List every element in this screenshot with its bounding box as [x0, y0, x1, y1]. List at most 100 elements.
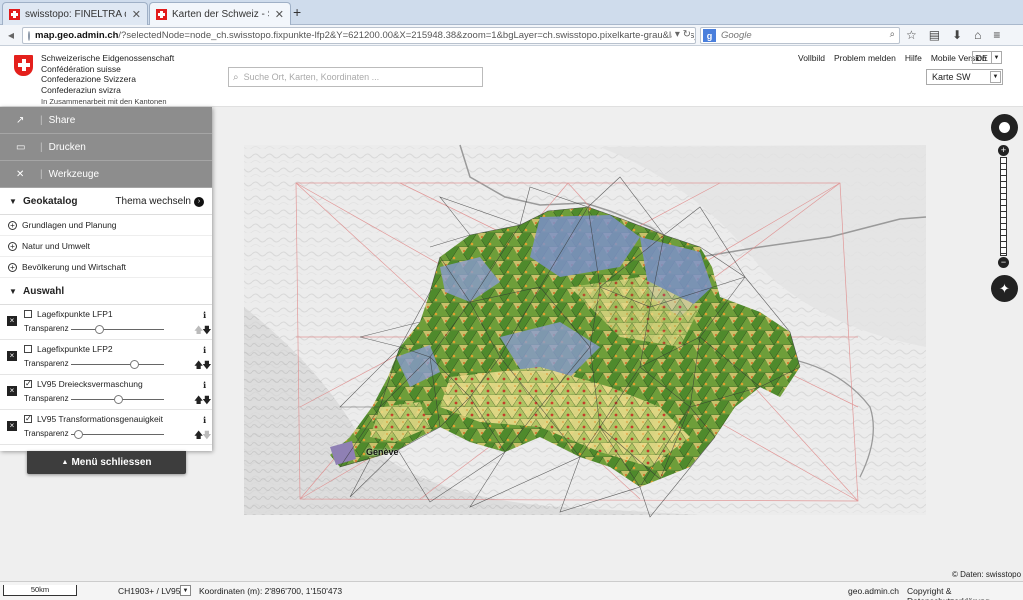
browser-search-bar[interactable]: g Google ⌕	[700, 27, 900, 44]
remove-layer-icon[interactable]: ×	[7, 351, 17, 361]
browser-navbar: ◂ map.geo.admin.ch/?selectedNode=node_ch…	[0, 25, 1023, 46]
search-icon[interactable]: ⌕	[890, 29, 895, 40]
projection-select-value[interactable]: CH1903+ / LV95	[118, 586, 180, 596]
wrench-icon: ✕	[16, 168, 25, 180]
layer-order-arrows[interactable]: 🡅🡇	[194, 358, 212, 374]
close-icon[interactable]: ✕	[132, 8, 141, 21]
remove-layer-icon[interactable]: ×	[7, 421, 17, 431]
catalog-item[interactable]: + Natur und Umwelt	[0, 236, 212, 257]
google-icon: g	[703, 29, 716, 42]
chevron-down-icon[interactable]: ▼	[180, 585, 191, 596]
slider-knob[interactable]	[130, 360, 140, 369]
info-icon[interactable]: ℹ	[203, 310, 206, 321]
transparency-label: Transparenz	[24, 429, 69, 438]
confederation-line: Confédération suisse	[41, 63, 121, 74]
close-menu-button[interactable]: ▲ Menü schliessen	[27, 451, 186, 474]
url-bar[interactable]: map.geo.admin.ch/?selectedNode=node_ch.s…	[22, 27, 696, 44]
menu-panel: ↗ | Share ▭ | Drucken ✕ | Werkzeuge ▼ Geokatal…	[0, 107, 212, 451]
slider-knob[interactable]	[113, 395, 123, 404]
transparency-label: Transparenz	[24, 394, 69, 403]
url-domain: map.geo.admin.ch	[35, 30, 119, 41]
zoom-in-button[interactable]: +	[998, 145, 1009, 156]
info-icon[interactable]: ℹ	[203, 380, 206, 391]
remove-layer-icon[interactable]: ×	[7, 316, 17, 326]
browser-tab-fineltra[interactable]: swisstopo: FINELTRA data ... ✕	[2, 2, 148, 25]
compass-icon[interactable]	[991, 114, 1018, 141]
catalog-item[interactable]: + Bevölkerung und Wirtschaft	[0, 257, 212, 278]
home-icon[interactable]: ⌂	[974, 28, 981, 42]
transparency-slider[interactable]	[71, 360, 164, 369]
search-placeholder: Suche Ort, Karten, Koordinaten ...	[243, 72, 380, 82]
arrow-down-icon[interactable]: 🡇	[202, 325, 211, 335]
slider-knob[interactable]	[74, 430, 84, 439]
geocatalog-title: Geokatalog	[23, 195, 78, 207]
language-select[interactable]: DE ▼	[972, 51, 1002, 64]
copyright-link[interactable]: Copyright & Datenschutzerklärung	[907, 586, 1023, 600]
bookmark-star-icon[interactable]: ☆	[906, 28, 917, 42]
layer-name: Lagefixpunkte LFP1	[37, 309, 113, 319]
switzerland-extent-icon[interactable]: ✦	[991, 275, 1018, 302]
layer-visibility-checkbox[interactable]: ✓	[24, 380, 32, 388]
browser-tab-karten[interactable]: Karten der Schweiz - Schw... ✕	[149, 2, 291, 25]
map-search-input[interactable]: ⌕ Suche Ort, Karten, Koordinaten ...	[228, 67, 483, 87]
layer-order-arrows[interactable]: 🡅🡇	[194, 428, 212, 444]
background-map-select[interactable]: Karte SW ▼	[926, 69, 1003, 85]
map-copyright[interactable]: © Daten: swisstopo	[952, 570, 1021, 579]
site-link[interactable]: geo.admin.ch	[848, 586, 899, 600]
layer-order-arrows[interactable]: 🡅🡇	[194, 393, 212, 409]
scale-bar: 50km	[3, 585, 77, 596]
download-icon[interactable]: ⬇	[952, 28, 962, 42]
site-header: Schweizerische Eidgenossenschaft Confédé…	[0, 46, 1023, 107]
link-fullscreen[interactable]: Vollbild	[798, 53, 825, 63]
arrow-down-icon: 🡇	[202, 430, 211, 440]
arrow-down-icon[interactable]: 🡇	[202, 360, 211, 370]
reading-list-icon[interactable]: ▤	[929, 28, 940, 42]
language-value: DE	[976, 52, 988, 63]
menu-icon[interactable]: ≡	[993, 28, 1000, 42]
new-tab-icon[interactable]: +	[293, 4, 301, 20]
layer-order-arrows[interactable]: 🡅🡇	[194, 323, 212, 339]
info-icon[interactable]: ℹ	[203, 415, 206, 426]
catalog-item[interactable]: + Grundlagen und Planung	[0, 215, 212, 236]
chevron-right-icon: ›	[194, 196, 204, 207]
catalog-item-label: Natur und Umwelt	[22, 241, 91, 251]
transparency-slider[interactable]	[71, 430, 164, 439]
cooperation-note: In Zusammenarbeit mit den Kantonen	[41, 97, 167, 106]
back-arrow-icon[interactable]: ◂	[8, 28, 14, 42]
transparency-slider[interactable]	[71, 325, 164, 334]
close-icon[interactable]: ✕	[275, 8, 284, 21]
zoom-out-button[interactable]: −	[998, 257, 1009, 268]
plus-circle-icon: +	[8, 220, 17, 230]
confederation-line: Confederaziun svizra	[41, 84, 121, 95]
geocatalog-header[interactable]: ▼ Geokatalog Thema wechseln ›	[0, 188, 212, 215]
catalog-item-label: Bevölkerung und Wirtschaft	[22, 262, 126, 272]
url-path: /?selectedNode=node_ch.swisstopo.fixpunk…	[118, 30, 695, 41]
change-topic-button[interactable]: Thema wechseln ›	[115, 196, 204, 207]
catalog-item-label: Grundlagen und Planung	[22, 220, 117, 230]
print-button[interactable]: ▭ | Drucken	[0, 134, 212, 161]
layer-visibility-checkbox[interactable]: ✓	[24, 415, 32, 423]
link-report-problem[interactable]: Problem melden	[834, 53, 896, 63]
caret-up-icon: ▲	[61, 459, 69, 466]
layer-visibility-checkbox[interactable]	[24, 310, 32, 318]
slider-knob[interactable]	[94, 325, 104, 334]
link-help[interactable]: Hilfe	[905, 53, 922, 63]
plus-circle-icon: +	[8, 241, 17, 251]
place-label-geneve: Genève	[366, 447, 399, 457]
zoom-slider[interactable]	[1000, 157, 1007, 256]
browser-toolbar-icons: ☆ ▤ ⬇ ⌂ ≡	[906, 28, 1000, 42]
caret-down-icon: ▼	[9, 286, 17, 296]
confederation-text: Schweizerische Eidgenossenschaft Confédé…	[41, 53, 174, 108]
layer-visibility-checkbox[interactable]	[24, 345, 32, 353]
remove-layer-icon[interactable]: ×	[7, 386, 17, 396]
plus-circle-icon: +	[8, 262, 17, 272]
swiss-coat-of-arms-icon[interactable]	[14, 55, 33, 76]
reload-icon[interactable]: ▾ ↻	[671, 29, 691, 40]
share-label: Share	[48, 114, 76, 126]
selection-header[interactable]: ▼ Auswahl	[0, 278, 212, 305]
transparency-slider[interactable]	[71, 395, 164, 404]
arrow-down-icon[interactable]: 🡇	[202, 395, 211, 405]
tools-button[interactable]: ✕ | Werkzeuge	[0, 161, 212, 188]
info-icon[interactable]: ℹ	[203, 345, 206, 356]
share-button[interactable]: ↗ | Share	[0, 107, 212, 134]
